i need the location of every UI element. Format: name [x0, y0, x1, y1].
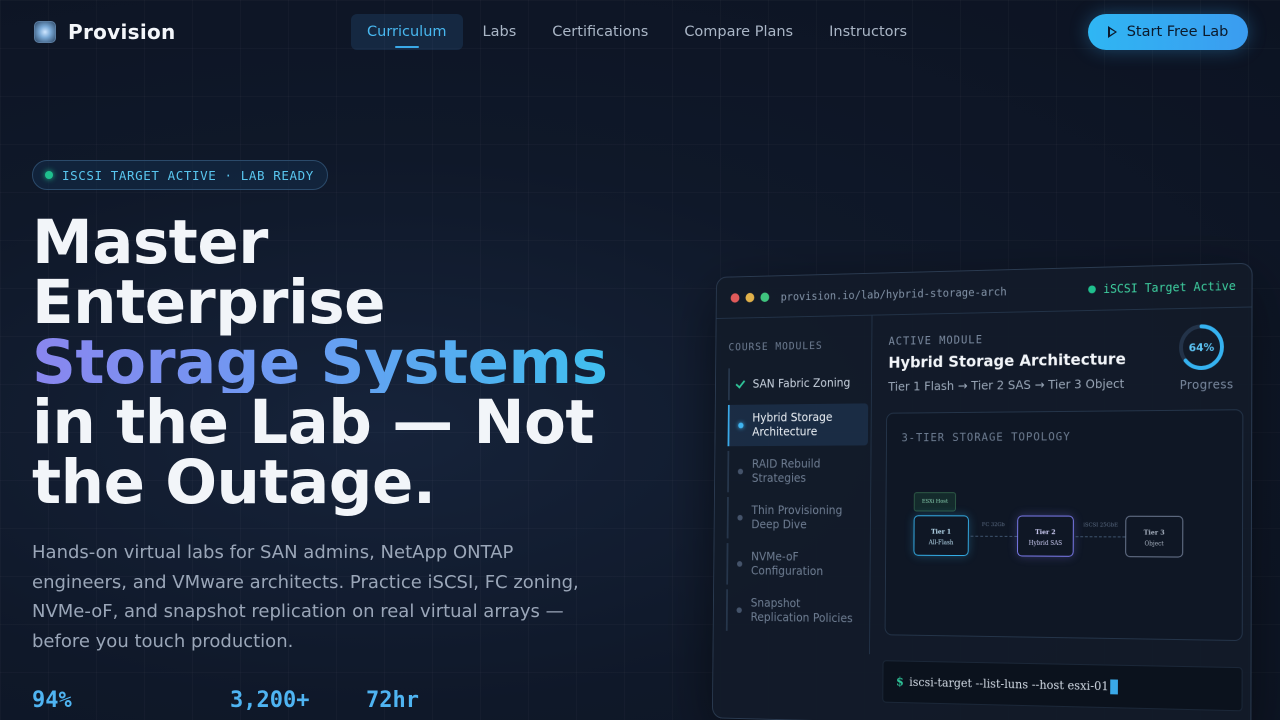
tier-3-node[interactable]: Tier 3 Object [1125, 515, 1184, 558]
stat-lab-hours: 72hr [366, 688, 419, 713]
progress-label: Progress [1179, 377, 1234, 393]
hero-stats: 94% 3,200+ 72hr [32, 688, 419, 713]
module-label: Snapshot Replication Policies [750, 596, 853, 626]
terminal[interactable]: $ iscsi-target --list-luns --host esxi-0… [882, 660, 1243, 712]
logo-icon [34, 21, 56, 43]
brand-name: Provision [68, 20, 176, 44]
module-label: RAID Rebuild Strategies [751, 457, 821, 485]
terminal-prompt: $ [896, 674, 904, 689]
course-modules-sidebar: COURSE MODULES SAN Fabric Zoning Hybrid … [713, 315, 873, 655]
terminal-command: iscsi-target --list-luns --host esxi-01 [909, 675, 1109, 694]
nav-links: Curriculum Labs Certifications Compare P… [351, 14, 923, 50]
terminal-cursor [1110, 678, 1119, 694]
storage-topology: 3-TIER STORAGE TOPOLOGY ESXi Host Tier 1… [884, 409, 1244, 642]
module-raid-rebuild[interactable]: RAID Rebuild Strategies [727, 450, 868, 493]
module-snapshot-replication[interactable]: Snapshot Replication Policies [725, 589, 867, 634]
hero-subtext: Hands-on virtual labs for SAN admins, Ne… [32, 542, 579, 652]
lab-preview: provision.io/lab/hybrid-storage-arch iSC… [711, 262, 1253, 720]
link-label: FC 32Gb [981, 522, 1005, 529]
tier-2-node[interactable]: Tier 2 Hybrid SAS [1017, 515, 1074, 557]
esxi-host-node[interactable]: ESXi Host [913, 492, 957, 512]
nav-link-certifications[interactable]: Certifications [536, 14, 664, 50]
tier-media: All-Flash [928, 539, 954, 547]
module-dot-icon [737, 514, 743, 521]
progress-percent: 64% [1188, 340, 1215, 354]
start-free-lab-button[interactable]: Start Free Lab [1088, 14, 1248, 50]
active-module-dot-icon [738, 422, 744, 429]
lab-status-text: iSCSI Target Active [1103, 278, 1236, 296]
stat-pass-rate: 94% [32, 688, 72, 713]
hero-headline: Master Enterprise Storage Systems in the… [32, 207, 632, 518]
headline-line-2: Enterprise [32, 267, 386, 338]
tier-media: Hybrid SAS [1028, 539, 1063, 547]
module-nvme-of[interactable]: NVMe-oF Configuration [726, 543, 868, 587]
link-line [970, 535, 1018, 537]
link-line [1075, 536, 1126, 538]
headline-highlight: Storage Systems [32, 332, 632, 393]
module-label: Hybrid Storage Architecture [752, 410, 833, 439]
stat-engineers: 3,200+ [230, 688, 310, 713]
maximize-dot-icon [760, 291, 770, 302]
minimize-dot-icon [745, 292, 755, 302]
lab-status: iSCSI Target Active [1087, 278, 1236, 296]
module-thin-provisioning[interactable]: Thin Provisioning Deep Dive [726, 497, 868, 540]
tier-name: Tier 3 [1143, 528, 1165, 537]
brand[interactable]: Provision [34, 20, 176, 44]
tier-media: Object [1144, 540, 1164, 548]
top-nav: Provision Curriculum Labs Certifications… [0, 0, 1280, 64]
module-label: NVMe-oF Configuration [750, 549, 824, 578]
status-badge-text: ISCSI TARGET ACTIVE · LAB READY [62, 167, 314, 183]
module-dot-icon [736, 561, 743, 567]
link-label: iSCSI 25GbE [1083, 522, 1119, 529]
lab-url: provision.io/lab/hybrid-storage-arch [780, 284, 1007, 303]
module-dot-icon [736, 607, 742, 614]
module-label: Thin Provisioning Deep Dive [751, 503, 843, 532]
headline-line-4: in the Lab — Not [32, 387, 595, 458]
status-badge: ISCSI TARGET ACTIVE · LAB READY [32, 160, 328, 190]
module-dot-icon [737, 468, 744, 475]
nav-link-labs[interactable]: Labs [467, 14, 533, 50]
lab-window: provision.io/lab/hybrid-storage-arch iSC… [711, 262, 1253, 720]
module-san-fabric-zoning[interactable]: SAN Fabric Zoning [727, 366, 869, 401]
sidebar-title: COURSE MODULES [728, 339, 823, 354]
nav-link-compare-plans[interactable]: Compare Plans [668, 14, 809, 50]
nav-link-instructors[interactable]: Instructors [813, 14, 923, 50]
nav-link-curriculum[interactable]: Curriculum [351, 14, 463, 50]
tier-name: Tier 1 [931, 527, 952, 536]
status-dot-icon [45, 171, 53, 179]
module-hybrid-storage[interactable]: Hybrid Storage Architecture [727, 403, 869, 447]
progress-ring: 64% [1177, 322, 1226, 372]
active-module-panel: ACTIVE MODULE Hybrid Storage Architectur… [870, 307, 1252, 661]
tier-name: Tier 2 [1035, 528, 1056, 537]
module-label: SAN Fabric Zoning [752, 375, 851, 391]
tier-1-node[interactable]: Tier 1 All-Flash [913, 515, 969, 557]
start-free-lab-label: Start Free Lab [1126, 24, 1229, 40]
play-icon [1107, 26, 1117, 38]
headline-line-5: the Outage. [32, 447, 436, 518]
close-dot-icon [730, 292, 740, 303]
topology-title: 3-TIER STORAGE TOPOLOGY [901, 429, 1071, 445]
headline-line-1: Master [32, 207, 268, 278]
active-dot-icon [1087, 284, 1096, 293]
check-icon [735, 377, 746, 389]
